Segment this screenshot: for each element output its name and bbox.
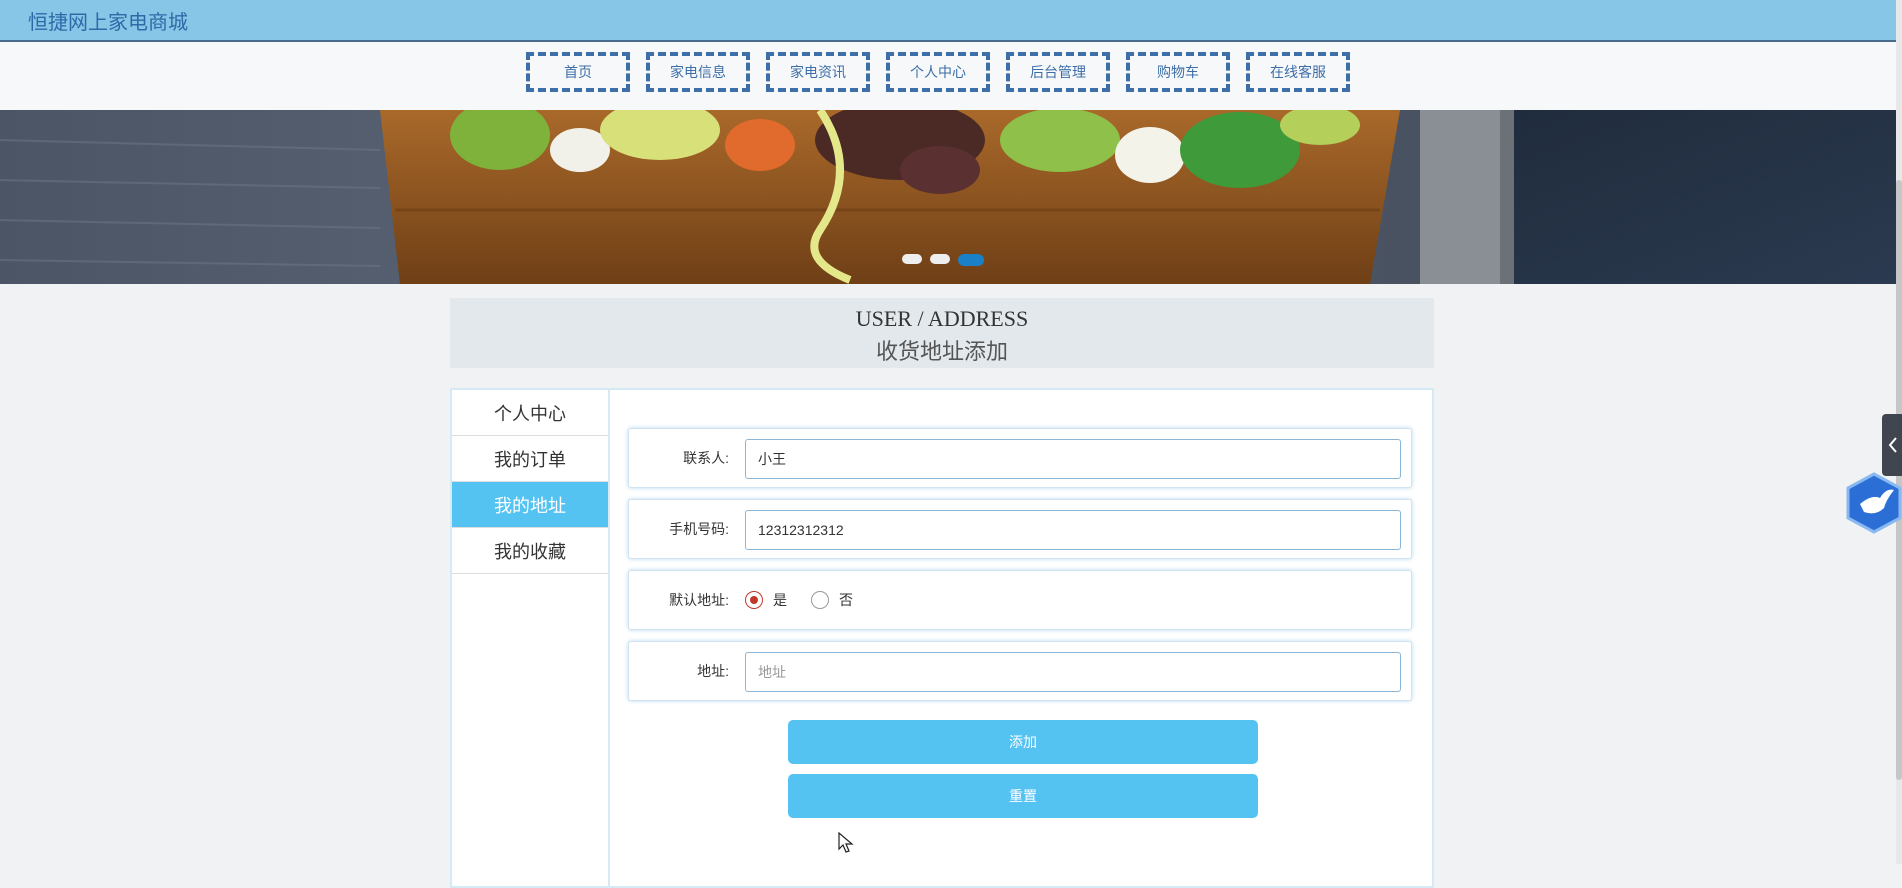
- banner-carousel[interactable]: [0, 110, 1896, 284]
- nav-appliance-news[interactable]: 家电资讯: [766, 52, 870, 92]
- phone-row: 手机号码:: [628, 499, 1412, 559]
- nav-appliance-info[interactable]: 家电信息: [646, 52, 750, 92]
- nav-cart[interactable]: 购物车: [1126, 52, 1230, 92]
- radio-no[interactable]: 否: [811, 590, 853, 610]
- nav-home[interactable]: 首页: [526, 52, 630, 92]
- page-title-en: USER / ADDRESS: [855, 306, 1029, 331]
- reset-button[interactable]: 重置: [788, 774, 1258, 818]
- bird-icon: [1846, 472, 1902, 534]
- contact-row: 联系人:: [628, 428, 1412, 488]
- page-title-cn: 收货地址添加: [875, 339, 1008, 364]
- side-toggle-button[interactable]: [1882, 414, 1902, 476]
- chevron-left-icon: [1888, 437, 1897, 453]
- address-row: 地址:: [628, 641, 1412, 701]
- nav-online-service[interactable]: 在线客服: [1246, 52, 1350, 92]
- radio-yes-label: 是: [773, 592, 787, 608]
- side-menu-my-orders[interactable]: 我的订单: [452, 436, 608, 482]
- chat-widget[interactable]: [1846, 472, 1902, 534]
- phone-label: 手机号码:: [669, 521, 729, 537]
- radio-no-label: 否: [839, 592, 853, 608]
- radio-yes[interactable]: 是: [745, 590, 787, 610]
- contact-label: 联系人:: [683, 450, 729, 466]
- carousel-dot-3-active[interactable]: [958, 254, 984, 266]
- side-menu-personal-center[interactable]: 个人中心: [452, 390, 608, 436]
- address-form: 联系人: 手机号码: 默认地址: 是 否 地址:: [628, 428, 1412, 712]
- site-title[interactable]: 恒捷网上家电商城: [28, 6, 188, 35]
- phone-input[interactable]: [745, 510, 1401, 550]
- carousel-dot-2[interactable]: [930, 254, 950, 264]
- carousel-dot-1[interactable]: [902, 254, 922, 264]
- side-menu-my-address[interactable]: 我的地址: [452, 482, 608, 528]
- nav-personal-center[interactable]: 个人中心: [886, 52, 990, 92]
- page-header: USER / ADDRESS 收货地址添加: [450, 298, 1434, 368]
- default-address-label: 默认地址:: [669, 592, 729, 608]
- carousel-dots: [902, 254, 984, 266]
- radio-yes-dot[interactable]: [745, 591, 763, 609]
- side-menu: 个人中心 我的订单 我的地址 我的收藏: [452, 390, 610, 886]
- address-input[interactable]: [745, 652, 1401, 692]
- main-panel: 个人中心 我的订单 我的地址 我的收藏 联系人: 手机号码: 默认地址: 是 否: [450, 388, 1434, 888]
- address-label: 地址:: [697, 663, 729, 679]
- side-menu-my-favorites[interactable]: 我的收藏: [452, 528, 608, 574]
- default-address-row: 默认地址: 是 否: [628, 570, 1412, 630]
- top-bar: 恒捷网上家电商城: [0, 0, 1896, 42]
- add-button[interactable]: 添加: [788, 720, 1258, 764]
- mouse-cursor-icon: [838, 832, 854, 853]
- nav-admin[interactable]: 后台管理: [1006, 52, 1110, 92]
- default-address-radio-group: 是 否: [745, 571, 877, 629]
- main-nav: 首页 家电信息 家电资讯 个人中心 后台管理 购物车 在线客服: [0, 42, 1896, 110]
- radio-no-dot[interactable]: [811, 591, 829, 609]
- contact-input[interactable]: [745, 439, 1401, 479]
